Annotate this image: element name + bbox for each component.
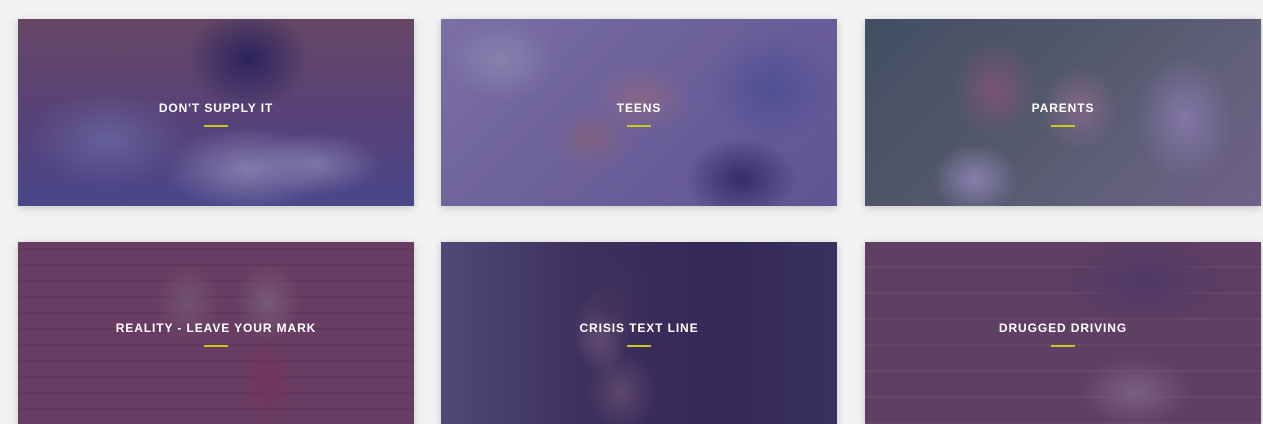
card-title-underline xyxy=(204,345,228,347)
card-label: DON'T SUPPLY IT xyxy=(18,99,414,127)
card-title: DRUGGED DRIVING xyxy=(998,321,1128,335)
card-title-underline xyxy=(1051,124,1075,127)
card-label: CRISIS TEXT LINE xyxy=(441,319,837,347)
card-title-underline xyxy=(204,124,228,127)
card-dont-supply-it[interactable]: DON'T SUPPLY IT xyxy=(18,19,414,206)
resource-cards-page: DON'T SUPPLY IT TEENS PARENTS REALITY - … xyxy=(0,0,1263,424)
card-label: PARENTS xyxy=(865,99,1261,127)
card-drugged-driving[interactable]: DRUGGED DRIVING xyxy=(865,242,1261,424)
card-label: TEENS xyxy=(441,99,837,127)
card-title: REALITY - LEAVE YOUR MARK xyxy=(115,321,317,335)
card-title-underline xyxy=(627,345,651,347)
card-title: DON'T SUPPLY IT xyxy=(158,100,274,115)
card-label: DRUGGED DRIVING xyxy=(865,319,1261,347)
card-reality-leave-your-mark[interactable]: REALITY - LEAVE YOUR MARK xyxy=(18,242,414,424)
card-crisis-text-line[interactable]: CRISIS TEXT LINE xyxy=(441,242,837,424)
card-teens[interactable]: TEENS xyxy=(441,19,837,206)
card-title-underline xyxy=(1051,345,1075,347)
card-title: CRISIS TEXT LINE xyxy=(579,321,699,335)
card-parents[interactable]: PARENTS xyxy=(865,19,1261,206)
card-title-underline xyxy=(627,124,651,127)
card-title: PARENTS xyxy=(1031,100,1095,115)
card-title: TEENS xyxy=(616,100,662,115)
card-label: REALITY - LEAVE YOUR MARK xyxy=(18,319,414,347)
